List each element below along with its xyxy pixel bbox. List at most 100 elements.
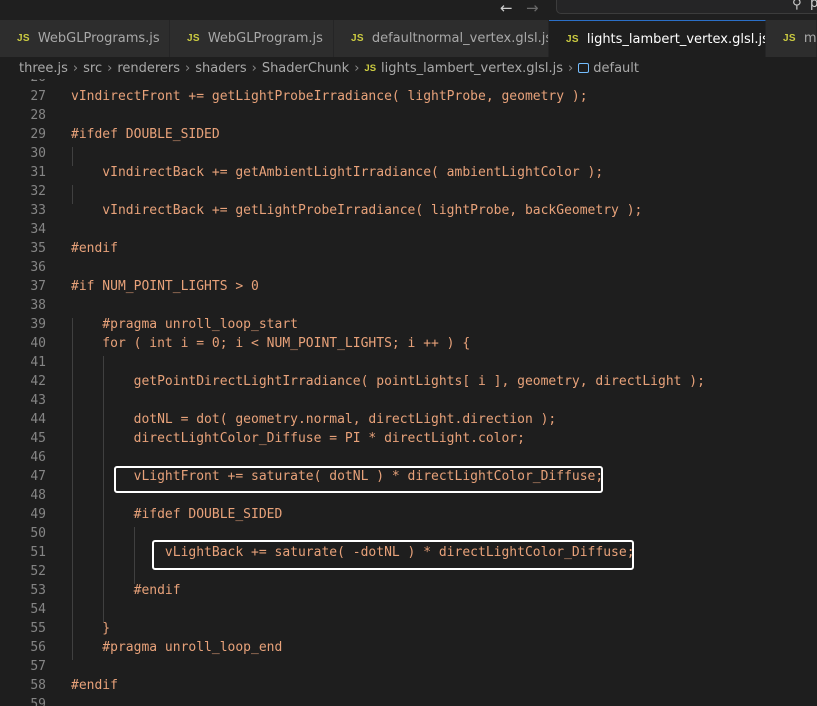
code-line[interactable]: 32 <box>0 182 817 201</box>
code-line[interactable]: 44 dotNL = dot( geometry.normal, directL… <box>0 410 817 429</box>
line-number: 57 <box>30 659 46 674</box>
code-line[interactable]: 35 #endif <box>0 239 817 258</box>
breadcrumb-item-src[interactable]: src <box>83 61 102 76</box>
code-text: vIndirectBack += getAmbientLightIrradian… <box>71 165 604 180</box>
line-number: 27 <box>30 89 46 104</box>
code-line[interactable]: 57 <box>0 657 817 676</box>
chevron-right-icon: › <box>185 60 191 76</box>
line-number: 29 <box>30 127 46 142</box>
chevron-right-icon: › <box>72 60 79 76</box>
code-text: getPointDirectLightIrradiance( pointLigh… <box>71 374 705 389</box>
code-line[interactable]: 34 <box>0 220 817 239</box>
line-number: 28 <box>30 108 46 123</box>
breadcrumb-item-shaders[interactable]: shaders <box>195 61 246 76</box>
code-line[interactable]: 45 directLightColor_Diffuse = PI * direc… <box>0 429 817 448</box>
indent-guide <box>72 318 73 660</box>
code-line[interactable]: 58 #endif <box>0 676 817 695</box>
code-line[interactable]: 26 <box>0 79 817 87</box>
indent-guide <box>72 185 73 204</box>
code-line[interactable]: 30 <box>0 144 817 163</box>
tab-label: defaultnormal_vertex.glsl.js <box>371 31 549 46</box>
tab-webglprograms[interactable]: JS WebGLPrograms.js <box>0 20 170 57</box>
title-bar: ← → ⚲ p <box>0 0 817 20</box>
code-line[interactable]: 41 <box>0 353 817 372</box>
line-number: 30 <box>30 146 46 161</box>
code-line[interactable]: 29 #ifdef DOUBLE_SIDED <box>0 125 817 144</box>
line-number: 52 <box>30 564 46 579</box>
line-number: 39 <box>30 317 46 332</box>
tab-lights-lambert-vertex[interactable]: JS lights_lambert_vertex.glsl.js ✕ <box>549 20 766 57</box>
chevron-right-icon: › <box>251 60 257 76</box>
line-number: 55 <box>30 621 46 636</box>
code-line[interactable]: 59 <box>0 695 817 706</box>
breadcrumb-item-shaderchunk[interactable]: ShaderChunk <box>262 61 349 76</box>
code-line[interactable]: 39 #pragma unroll_loop_start <box>0 315 817 334</box>
breadcrumb-item-file[interactable]: lights_lambert_vertex.glsl.js <box>381 61 563 76</box>
tab-webglprogram[interactable]: JS WebGLProgram.js <box>170 20 334 57</box>
tab-label: WebGLProgram.js <box>207 31 323 46</box>
tab-label: me <box>803 31 817 46</box>
code-line[interactable]: 49 #ifdef DOUBLE_SIDED <box>0 505 817 524</box>
code-line[interactable]: 55 } <box>0 619 817 638</box>
line-number: 40 <box>30 336 46 351</box>
tab-label: WebGLPrograms.js <box>37 31 160 46</box>
line-number: 44 <box>30 412 46 427</box>
code-text: for ( int i = 0; i < NUM_POINT_LIGHTS; i… <box>71 336 471 351</box>
search-text: p <box>810 0 817 11</box>
tab-defaultnormal-vertex[interactable]: JS defaultnormal_vertex.glsl.js <box>334 20 549 57</box>
line-number: 33 <box>30 203 46 218</box>
chevron-right-icon: › <box>568 60 574 76</box>
js-file-icon: JS <box>351 33 364 44</box>
breadcrumb-item-symbol[interactable]: default <box>593 61 639 76</box>
line-number: 26 <box>0 79 46 87</box>
code-line[interactable]: 36 <box>0 258 817 277</box>
code-text: dotNL = dot( geometry.normal, directLigh… <box>71 412 557 427</box>
line-number: 34 <box>30 222 46 237</box>
code-text: #endif <box>71 241 118 256</box>
code-line[interactable]: 56 #pragma unroll_loop_end <box>0 638 817 657</box>
code-line[interactable]: 40 for ( int i = 0; i < NUM_POINT_LIGHTS… <box>0 334 817 353</box>
js-file-icon: JS <box>566 33 579 45</box>
line-number: 42 <box>30 374 46 389</box>
code-line[interactable]: 28 <box>0 106 817 125</box>
breadcrumb-item-renderers[interactable]: renderers <box>117 61 180 76</box>
js-file-icon: JS <box>364 62 377 74</box>
code-text: #endif <box>71 583 181 598</box>
code-line[interactable]: 37 #if NUM_POINT_LIGHTS > 0 <box>0 277 817 296</box>
code-line[interactable]: 33 vIndirectBack += getLightProbeIrradia… <box>0 201 817 220</box>
chevron-right-icon: › <box>354 60 360 76</box>
breadcrumb-item-threejs[interactable]: three.js <box>19 61 68 76</box>
line-number: 53 <box>30 583 46 598</box>
js-file-icon: JS <box>783 33 796 44</box>
breadcrumb: three.js › src › renderers › shaders › S… <box>0 57 817 79</box>
line-number: 38 <box>30 298 46 313</box>
highlight-box-line-51 <box>152 540 634 570</box>
code-text: } <box>71 621 111 636</box>
arrow-right-icon[interactable]: → <box>526 0 539 16</box>
code-line[interactable]: 42 getPointDirectLightIrradiance( pointL… <box>0 372 817 391</box>
tab-overflow[interactable]: JS me <box>766 20 817 57</box>
line-number: 47 <box>30 469 46 484</box>
code-text: #if NUM_POINT_LIGHTS > 0 <box>71 279 259 294</box>
code-line[interactable]: 31 vIndirectBack += getAmbientLightIrrad… <box>0 163 817 182</box>
line-number: 51 <box>30 545 46 560</box>
line-number: 58 <box>30 678 46 693</box>
search-icon[interactable]: ⚲ <box>792 0 802 12</box>
code-line[interactable]: 46 <box>0 448 817 467</box>
line-number: 41 <box>30 355 46 370</box>
code-line[interactable]: 54 <box>0 600 817 619</box>
js-file-icon: JS <box>17 33 30 44</box>
code-text: directLightColor_Diffuse = PI * directLi… <box>71 431 525 446</box>
line-number: 37 <box>30 279 46 294</box>
command-center-search[interactable] <box>556 0 817 14</box>
code-line[interactable]: 53 #endif <box>0 581 817 600</box>
code-text: vIndirectFront += getLightProbeIrradianc… <box>71 89 588 104</box>
code-text: #endif <box>71 678 118 693</box>
tab-label: lights_lambert_vertex.glsl.js <box>586 31 766 47</box>
code-line[interactable]: 27 vIndirectFront += getLightProbeIrradia… <box>0 87 817 106</box>
code-editor[interactable]: 26 27 vIndirectFront += getLightProbeIrrad… <box>0 79 817 706</box>
arrow-left-icon[interactable]: ← <box>500 0 513 16</box>
code-line[interactable]: 38 <box>0 296 817 315</box>
code-line[interactable]: 43 <box>0 391 817 410</box>
editor-tab-bar: JS WebGLPrograms.js JS WebGLProgram.js J… <box>0 20 817 57</box>
